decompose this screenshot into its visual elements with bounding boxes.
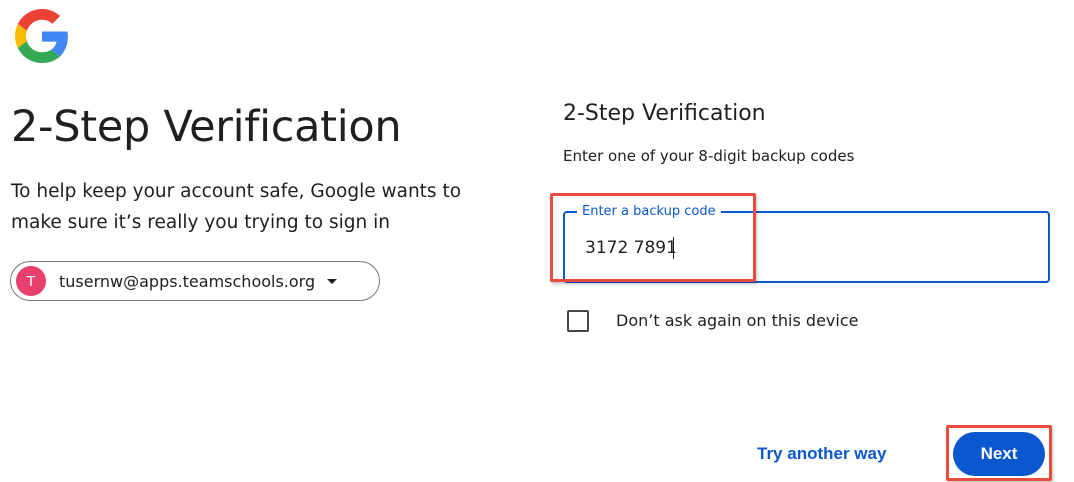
section-subtitle: Enter one of your 8-digit backup codes bbox=[563, 147, 855, 165]
avatar: T bbox=[16, 266, 46, 296]
chevron-down-icon bbox=[327, 278, 338, 284]
backup-code-field: Enter a backup code bbox=[563, 202, 1050, 283]
backup-code-input[interactable] bbox=[585, 234, 1025, 262]
text-cursor bbox=[673, 237, 674, 259]
page-title: 2-Step Verification bbox=[11, 102, 402, 152]
section-title: 2-Step Verification bbox=[563, 101, 766, 126]
dont-ask-checkbox[interactable] bbox=[567, 310, 589, 332]
next-button[interactable]: Next bbox=[953, 432, 1045, 476]
backup-code-label: Enter a backup code bbox=[577, 202, 721, 222]
page-subtitle: To help keep your account safe, Google w… bbox=[11, 181, 462, 233]
account-chip[interactable]: T tusernw@apps.teamschools.org bbox=[10, 261, 380, 301]
account-email: tusernw@apps.teamschools.org bbox=[59, 271, 316, 291]
try-another-way-link[interactable]: Try another way bbox=[757, 443, 886, 465]
google-logo-icon bbox=[15, 9, 68, 63]
dont-ask-label[interactable]: Don’t ask again on this device bbox=[616, 310, 858, 332]
